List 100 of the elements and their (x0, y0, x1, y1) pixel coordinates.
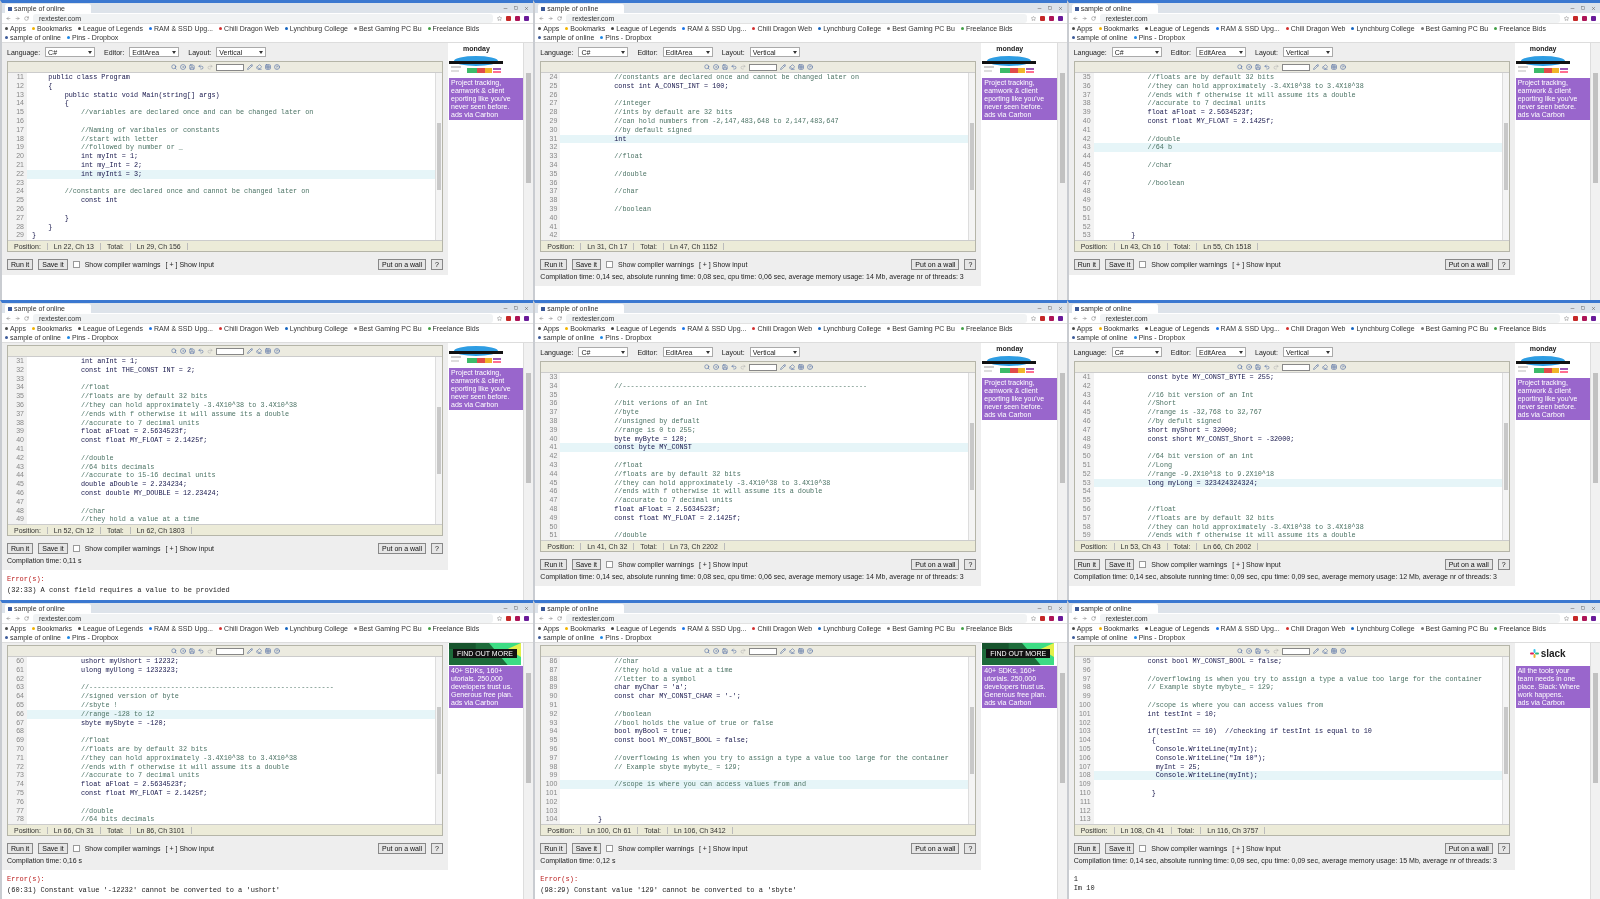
pencil-icon[interactable] (246, 64, 253, 70)
minimize-icon[interactable] (1036, 605, 1042, 611)
grid-icon[interactable] (1331, 364, 1338, 370)
eraser-icon[interactable] (255, 348, 262, 354)
star-icon[interactable] (497, 15, 503, 21)
scrollbar[interactable] (435, 657, 442, 825)
save-icon[interactable] (1255, 648, 1262, 654)
font-size-select[interactable] (215, 63, 244, 71)
circle-icon[interactable] (179, 64, 186, 70)
font-size-select[interactable] (748, 647, 777, 655)
font-size-select[interactable] (215, 347, 244, 355)
redo-icon[interactable] (1273, 64, 1280, 70)
undo-icon[interactable] (1264, 364, 1271, 370)
back-icon[interactable] (539, 615, 545, 621)
redo-icon[interactable] (739, 64, 746, 70)
maximize-icon[interactable] (514, 5, 519, 10)
forward-icon[interactable] (548, 15, 554, 21)
grid-icon[interactable] (797, 364, 804, 370)
minimize-icon[interactable] (1570, 605, 1575, 611)
close-icon[interactable] (1057, 305, 1063, 311)
grid-icon[interactable] (1331, 648, 1338, 654)
forward-icon[interactable] (548, 315, 554, 321)
forward-icon[interactable] (1081, 15, 1087, 21)
save-icon[interactable] (1255, 364, 1262, 370)
help-icon[interactable] (273, 648, 280, 654)
circle-icon[interactable] (712, 648, 719, 654)
minimize-icon[interactable] (503, 5, 509, 11)
grid-icon[interactable] (797, 648, 804, 654)
save-icon[interactable] (188, 348, 195, 354)
scrollbar[interactable] (435, 357, 442, 525)
forward-icon[interactable] (548, 615, 554, 621)
close-icon[interactable] (524, 605, 530, 611)
reload-icon[interactable] (557, 615, 563, 621)
eraser-icon[interactable] (788, 648, 795, 654)
help-icon[interactable] (806, 364, 813, 370)
undo-icon[interactable] (730, 64, 737, 70)
checkbox[interactable] (72, 844, 80, 852)
font-size-select[interactable] (215, 647, 244, 655)
scrollbar[interactable] (1590, 43, 1600, 300)
pencil-icon[interactable] (779, 648, 786, 654)
maximize-icon[interactable] (1581, 605, 1585, 610)
font-size-select[interactable] (1282, 647, 1311, 655)
font-size-select[interactable] (1282, 63, 1311, 71)
font-size-select[interactable] (748, 63, 777, 71)
maximize-icon[interactable] (1047, 605, 1052, 610)
eraser-icon[interactable] (255, 64, 262, 70)
circle-icon[interactable] (712, 64, 719, 70)
scrollbar[interactable] (968, 73, 976, 241)
pencil-icon[interactable] (779, 64, 786, 70)
undo-icon[interactable] (197, 648, 204, 654)
eraser-icon[interactable] (1322, 648, 1329, 654)
grid-icon[interactable] (264, 348, 271, 354)
forward-icon[interactable] (15, 15, 20, 21)
close-icon[interactable] (1591, 605, 1596, 611)
save-icon[interactable] (188, 648, 195, 654)
scrollbar[interactable] (1056, 343, 1067, 600)
maximize-icon[interactable] (514, 305, 519, 310)
scrollbar[interactable] (523, 643, 534, 899)
circle-icon[interactable] (1246, 64, 1253, 70)
maximize-icon[interactable] (1581, 305, 1585, 310)
back-icon[interactable] (6, 15, 11, 21)
star-icon[interactable] (1030, 15, 1036, 21)
reload-icon[interactable] (24, 315, 29, 321)
undo-icon[interactable] (197, 348, 204, 354)
circle-icon[interactable] (712, 364, 719, 370)
back-icon[interactable] (1072, 615, 1078, 621)
checkbox[interactable] (606, 844, 614, 852)
grid-icon[interactable] (264, 648, 271, 654)
scrollbar[interactable] (1056, 643, 1067, 899)
checkbox[interactable] (72, 260, 80, 268)
maximize-icon[interactable] (1047, 305, 1052, 310)
search-icon[interactable] (1237, 64, 1244, 70)
font-size-select[interactable] (1282, 363, 1311, 371)
star-icon[interactable] (1564, 315, 1569, 321)
back-icon[interactable] (539, 15, 545, 21)
undo-icon[interactable] (1264, 64, 1271, 70)
maximize-icon[interactable] (1047, 5, 1052, 10)
pencil-icon[interactable] (1313, 648, 1320, 654)
maximize-icon[interactable] (514, 605, 519, 610)
search-icon[interactable] (1237, 364, 1244, 370)
grid-icon[interactable] (797, 64, 804, 70)
reload-icon[interactable] (1090, 615, 1096, 621)
minimize-icon[interactable] (1570, 305, 1575, 311)
minimize-icon[interactable] (1570, 5, 1575, 11)
checkbox[interactable] (1139, 260, 1147, 268)
scrollbar[interactable] (1501, 73, 1509, 241)
help-icon[interactable] (273, 348, 280, 354)
reload-icon[interactable] (1090, 15, 1096, 21)
back-icon[interactable] (1072, 315, 1078, 321)
reload-icon[interactable] (557, 15, 563, 21)
minimize-icon[interactable] (1036, 5, 1042, 11)
eraser-icon[interactable] (1322, 64, 1329, 70)
scrollbar[interactable] (523, 43, 534, 300)
reload-icon[interactable] (24, 15, 29, 21)
circle-icon[interactable] (1246, 648, 1253, 654)
pencil-icon[interactable] (1313, 64, 1320, 70)
redo-icon[interactable] (206, 348, 213, 354)
redo-icon[interactable] (206, 64, 213, 70)
close-icon[interactable] (1057, 605, 1063, 611)
scrollbar[interactable] (435, 73, 442, 241)
